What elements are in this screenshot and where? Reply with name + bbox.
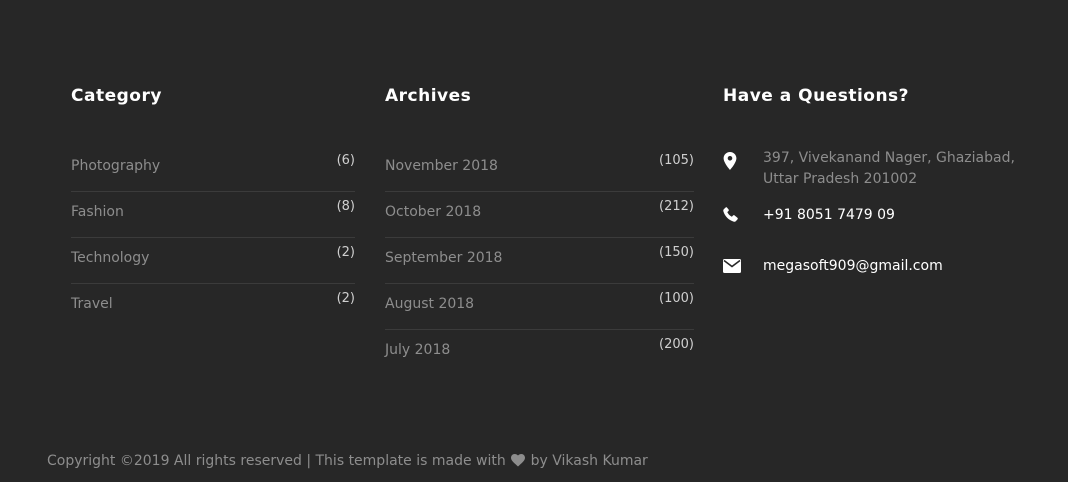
copyright-prefix: Copyright ©2019 All rights reserved | Th… [47, 453, 506, 469]
copyright-by: by [530, 453, 548, 469]
archives-heading: Archives [385, 86, 472, 106]
contact-email[interactable]: megasoft909@gmail.com [723, 256, 1043, 278]
category-count: (2) [336, 291, 355, 306]
archive-item-july-2018[interactable]: July 2018 (200) [385, 330, 694, 376]
copyright-text: Copyright ©2019 All rights reserved | Th… [47, 450, 648, 474]
archive-count: (100) [659, 291, 694, 306]
address-line-2: Uttar Pradesh 201002 [763, 171, 918, 187]
contact-widget: Have a Questions? 397, Vivekanand Nager,… [723, 84, 1043, 274]
archive-link[interactable]: July 2018 [385, 340, 450, 360]
archive-count: (200) [659, 337, 694, 352]
archives-list: November 2018 (105) October 2018 (212) S… [385, 146, 694, 376]
contact-address: 397, Vivekanand Nager, Ghaziabad, Uttar … [723, 148, 1043, 192]
category-item-technology[interactable]: Technology (2) [71, 238, 355, 284]
archive-count: (150) [659, 245, 694, 260]
phone-icon [723, 206, 743, 226]
archive-link[interactable]: September 2018 [385, 248, 502, 268]
archive-item-october-2018[interactable]: October 2018 (212) [385, 192, 694, 238]
email-text[interactable]: megasoft909@gmail.com [763, 256, 943, 277]
envelope-icon [723, 258, 743, 278]
category-count: (8) [336, 199, 355, 214]
phone-text[interactable]: +91 8051 7479 09 [763, 205, 895, 226]
category-count: (2) [336, 245, 355, 260]
archive-item-august-2018[interactable]: August 2018 (100) [385, 284, 694, 330]
contact-phone[interactable]: +91 8051 7479 09 [723, 205, 1043, 227]
category-item-photography[interactable]: Photography (6) [71, 146, 355, 192]
category-count: (6) [336, 153, 355, 168]
category-link[interactable]: Fashion [71, 202, 124, 222]
archives-widget: Archives November 2018 (105) October 201… [385, 84, 694, 358]
archive-link[interactable]: August 2018 [385, 294, 474, 314]
map-marker-icon [723, 152, 743, 172]
author-link[interactable]: Vikash Kumar [552, 453, 648, 469]
archive-count: (212) [659, 199, 694, 214]
archive-count: (105) [659, 153, 694, 168]
category-widget: Category Photography (6) Fashion (8) Tec… [71, 84, 355, 312]
archive-item-september-2018[interactable]: September 2018 (150) [385, 238, 694, 284]
contact-heading: Have a Questions? [723, 86, 910, 106]
archive-link[interactable]: November 2018 [385, 156, 498, 176]
category-link[interactable]: Photography [71, 156, 160, 176]
site-footer: Category Photography (6) Fashion (8) Tec… [0, 0, 1068, 482]
address-line-1: 397, Vivekanand Nager, Ghaziabad, [763, 150, 1015, 166]
address-text: 397, Vivekanand Nager, Ghaziabad, Uttar … [763, 148, 1015, 190]
category-list: Photography (6) Fashion (8) Technology (… [71, 146, 355, 330]
heart-icon [511, 452, 526, 474]
category-item-fashion[interactable]: Fashion (8) [71, 192, 355, 238]
category-link[interactable]: Technology [71, 248, 149, 268]
category-heading: Category [71, 86, 162, 106]
category-item-travel[interactable]: Travel (2) [71, 284, 355, 330]
archive-link[interactable]: October 2018 [385, 202, 481, 222]
category-link[interactable]: Travel [71, 294, 113, 314]
archive-item-november-2018[interactable]: November 2018 (105) [385, 146, 694, 192]
